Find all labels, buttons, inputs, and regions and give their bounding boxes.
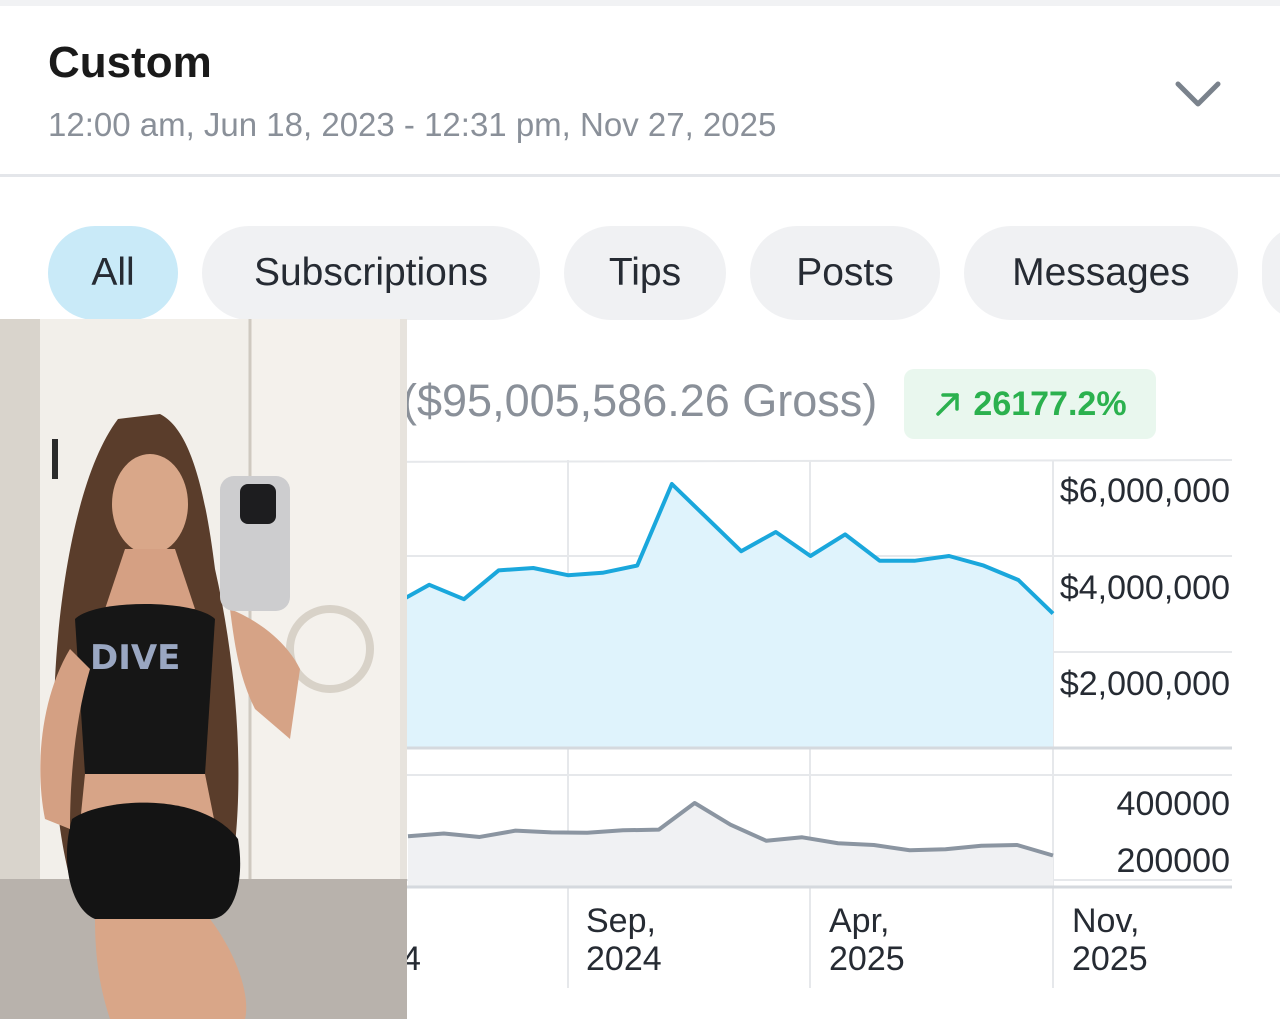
svg-text:DIVE: DIVE xyxy=(90,638,180,678)
range-dates: 12:00 am, Jun 18, 2023 - 12:31 pm, Nov 2… xyxy=(48,106,777,143)
y-tick-label-main: $4,000,000 xyxy=(1060,569,1230,607)
range-title: Custom xyxy=(48,38,212,87)
main-area xyxy=(360,484,1053,748)
x-tick-label: 2024 xyxy=(586,940,662,978)
tab-tips[interactable]: Tips xyxy=(564,226,726,320)
date-range-selector[interactable]: Custom 12:00 am, Jun 18, 2023 - 12:31 pm… xyxy=(0,6,1280,174)
change-value: 26177.2% xyxy=(973,384,1127,423)
y-tick-label-main: $2,000,000 xyxy=(1060,665,1230,703)
tab-all[interactable]: All xyxy=(48,226,178,320)
tab-more[interactable] xyxy=(1262,226,1280,320)
chevron-down-icon[interactable] xyxy=(1172,76,1224,112)
x-tick-label: Nov, xyxy=(1072,902,1139,940)
x-tick-label: Sep, xyxy=(586,902,656,940)
tab-posts[interactable]: Posts xyxy=(750,226,940,320)
secondary-area xyxy=(408,803,1053,887)
header-divider xyxy=(0,174,1280,177)
gridline-h xyxy=(325,459,1233,463)
gross-total: ($95,005,586.26 Gross) xyxy=(402,375,878,426)
tab-messages[interactable]: Messages xyxy=(964,226,1238,320)
category-tabs: All Subscriptions Tips Posts Messages xyxy=(0,226,1280,320)
tab-subscriptions[interactable]: Subscriptions xyxy=(202,226,540,320)
x-tick-label: Apr, xyxy=(829,902,889,940)
y-tick-label-secondary: 200000 xyxy=(1117,842,1230,880)
arrow-up-right-icon xyxy=(936,393,960,416)
x-tick-label: 2025 xyxy=(1072,940,1148,978)
x-tick-label: 2025 xyxy=(829,940,905,978)
y-tick-label-main: $6,000,000 xyxy=(1060,472,1230,510)
y-tick-label-secondary: 400000 xyxy=(1117,785,1230,823)
photo-overlay: DIVE xyxy=(0,319,407,1019)
change-badge: 26177.2% xyxy=(904,369,1156,439)
